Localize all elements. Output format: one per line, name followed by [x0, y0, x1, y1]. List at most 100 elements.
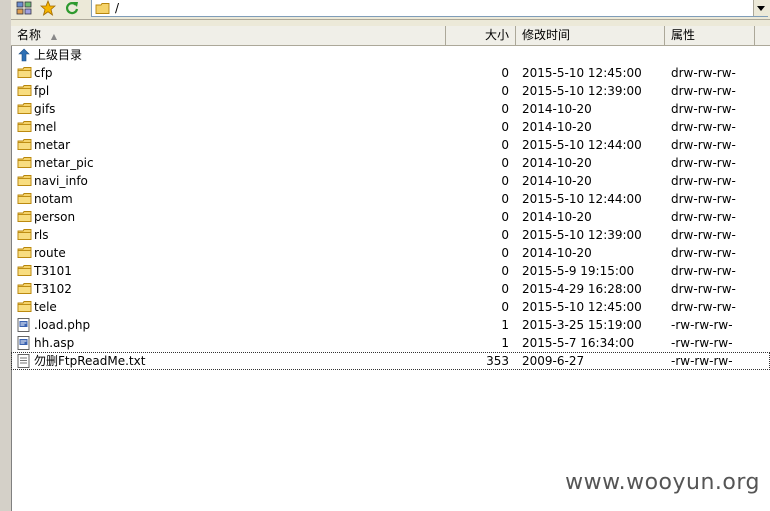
- file-modified: 2009-6-27: [522, 354, 585, 368]
- file-row[interactable]: route 0 2014-10-20 drw-rw-rw-: [11, 244, 770, 262]
- file-row[interactable]: metar 0 2015-5-10 12:44:00 drw-rw-rw-: [11, 136, 770, 154]
- folder-icon: [95, 2, 111, 15]
- file-modified: 2015-5-9 19:15:00: [522, 264, 635, 278]
- text-file-icon: [17, 354, 33, 368]
- file-name: tele: [34, 300, 57, 314]
- address-text: /: [115, 1, 120, 15]
- file-size: 0: [501, 84, 509, 98]
- file-size: 0: [501, 228, 509, 242]
- file-name: hh.asp: [34, 336, 75, 350]
- watermark: www.wooyun.org: [565, 470, 760, 495]
- folder-icon: [17, 300, 33, 314]
- file-name: fpl: [34, 84, 50, 98]
- file-attributes: drw-rw-rw-: [671, 66, 736, 80]
- file-size: 0: [501, 210, 509, 224]
- file-attributes: drw-rw-rw-: [671, 138, 736, 152]
- file-attributes: drw-rw-rw-: [671, 102, 736, 116]
- file-modified: 2014-10-20: [522, 120, 592, 134]
- file-size: 0: [501, 66, 509, 80]
- file-attributes: drw-rw-rw-: [671, 246, 736, 260]
- file-row[interactable]: fpl 0 2015-5-10 12:39:00 drw-rw-rw-: [11, 82, 770, 100]
- file-size: 1: [501, 336, 509, 350]
- column-attr-header[interactable]: 属性: [665, 26, 755, 45]
- file-row[interactable]: hh.asp 1 2015-5-7 16:34:00 -rw-rw-rw-: [11, 334, 770, 352]
- column-attr-label: 属性: [671, 28, 696, 42]
- file-row[interactable]: person 0 2014-10-20 drw-rw-rw-: [11, 208, 770, 226]
- file-list: 上级目录 cfp 0 2015-5-10 12:45:00 drw-rw-rw-fpl…: [11, 46, 770, 370]
- file-row[interactable]: 勿删FtpReadMe.txt 353 2009-6-27 -rw-rw-rw-: [11, 352, 770, 370]
- file-modified: 2015-4-29 16:28:00: [522, 282, 642, 296]
- file-name: T3101: [34, 264, 72, 278]
- file-attributes: drw-rw-rw-: [671, 84, 736, 98]
- script-file-icon: [17, 318, 33, 332]
- file-row[interactable]: metar_pic 0 2014-10-20 drw-rw-rw-: [11, 154, 770, 172]
- file-modified: 2014-10-20: [522, 210, 592, 224]
- file-name: notam: [34, 192, 73, 206]
- file-attributes: -rw-rw-rw-: [671, 318, 733, 332]
- file-modified: 2015-5-10 12:45:00: [522, 66, 642, 80]
- folder-icon: [17, 246, 33, 260]
- file-name: T3102: [34, 282, 72, 296]
- file-modified: 2015-5-10 12:44:00: [522, 138, 642, 152]
- file-row[interactable]: navi_info 0 2014-10-20 drw-rw-rw-: [11, 172, 770, 190]
- sitemap-icon[interactable]: [14, 0, 34, 16]
- star-icon[interactable]: [38, 0, 58, 16]
- address-bar[interactable]: /: [91, 0, 768, 17]
- folder-icon: [17, 282, 33, 296]
- script-file-icon: [17, 336, 33, 350]
- column-name-header[interactable]: 名称 ▲: [11, 26, 446, 45]
- file-size: 0: [501, 264, 509, 278]
- column-modified-header[interactable]: 修改时间: [516, 26, 665, 45]
- file-size: 0: [501, 246, 509, 260]
- file-size: 0: [501, 138, 509, 152]
- folder-icon: [17, 84, 33, 98]
- file-row[interactable]: .load.php 1 2015-3-25 15:19:00 -rw-rw-rw-: [11, 316, 770, 334]
- file-row[interactable]: tele 0 2015-5-10 12:45:00 drw-rw-rw-: [11, 298, 770, 316]
- file-attributes: drw-rw-rw-: [671, 228, 736, 242]
- folder-icon: [17, 138, 33, 152]
- file-attributes: drw-rw-rw-: [671, 120, 736, 134]
- folder-icon: [17, 156, 33, 170]
- file-name: 勿删FtpReadMe.txt: [34, 354, 146, 368]
- parent-directory-label: 上级目录: [34, 48, 83, 62]
- file-row[interactable]: mel 0 2014-10-20 drw-rw-rw-: [11, 118, 770, 136]
- file-size: 1: [501, 318, 509, 332]
- file-modified: 2015-5-10 12:45:00: [522, 300, 642, 314]
- file-size: 0: [501, 192, 509, 206]
- folder-icon: [17, 102, 33, 116]
- file-row[interactable]: T3101 0 2015-5-9 19:15:00 drw-rw-rw-: [11, 262, 770, 280]
- file-modified: 2014-10-20: [522, 174, 592, 188]
- column-header: 名称 ▲ 大小 修改时间 属性: [11, 26, 770, 46]
- folder-icon: [17, 228, 33, 242]
- parent-directory-row[interactable]: 上级目录: [11, 46, 770, 64]
- file-size: 0: [501, 102, 509, 116]
- sort-ascending-icon: ▲: [50, 32, 57, 41]
- folder-icon: [17, 264, 33, 278]
- toolbar: /: [11, 0, 770, 20]
- refresh-icon[interactable]: [62, 0, 82, 16]
- file-attributes: -rw-rw-rw-: [671, 354, 733, 368]
- file-size: 0: [501, 156, 509, 170]
- file-size: 353: [486, 354, 509, 368]
- file-row[interactable]: notam 0 2015-5-10 12:44:00 drw-rw-rw-: [11, 190, 770, 208]
- folder-icon: [17, 66, 33, 80]
- file-name: rls: [34, 228, 49, 242]
- file-attributes: drw-rw-rw-: [671, 282, 736, 296]
- file-name: mel: [34, 120, 57, 134]
- file-row[interactable]: rls 0 2015-5-10 12:39:00 drw-rw-rw-: [11, 226, 770, 244]
- column-size-header[interactable]: 大小: [446, 26, 516, 45]
- column-name-label: 名称: [17, 28, 42, 42]
- file-attributes: -rw-rw-rw-: [671, 336, 733, 350]
- column-modified-label: 修改时间: [522, 28, 571, 42]
- file-row[interactable]: cfp 0 2015-5-10 12:45:00 drw-rw-rw-: [11, 64, 770, 82]
- file-name: gifs: [34, 102, 56, 116]
- address-dropdown-button[interactable]: [753, 0, 768, 16]
- file-name: navi_info: [34, 174, 88, 188]
- folder-icon: [17, 210, 33, 224]
- file-modified: 2014-10-20: [522, 246, 592, 260]
- up-arrow-icon: [17, 48, 33, 62]
- file-row[interactable]: gifs 0 2014-10-20 drw-rw-rw-: [11, 100, 770, 118]
- file-row[interactable]: T3102 0 2015-4-29 16:28:00 drw-rw-rw-: [11, 280, 770, 298]
- file-size: 0: [501, 120, 509, 134]
- file-attributes: drw-rw-rw-: [671, 264, 736, 278]
